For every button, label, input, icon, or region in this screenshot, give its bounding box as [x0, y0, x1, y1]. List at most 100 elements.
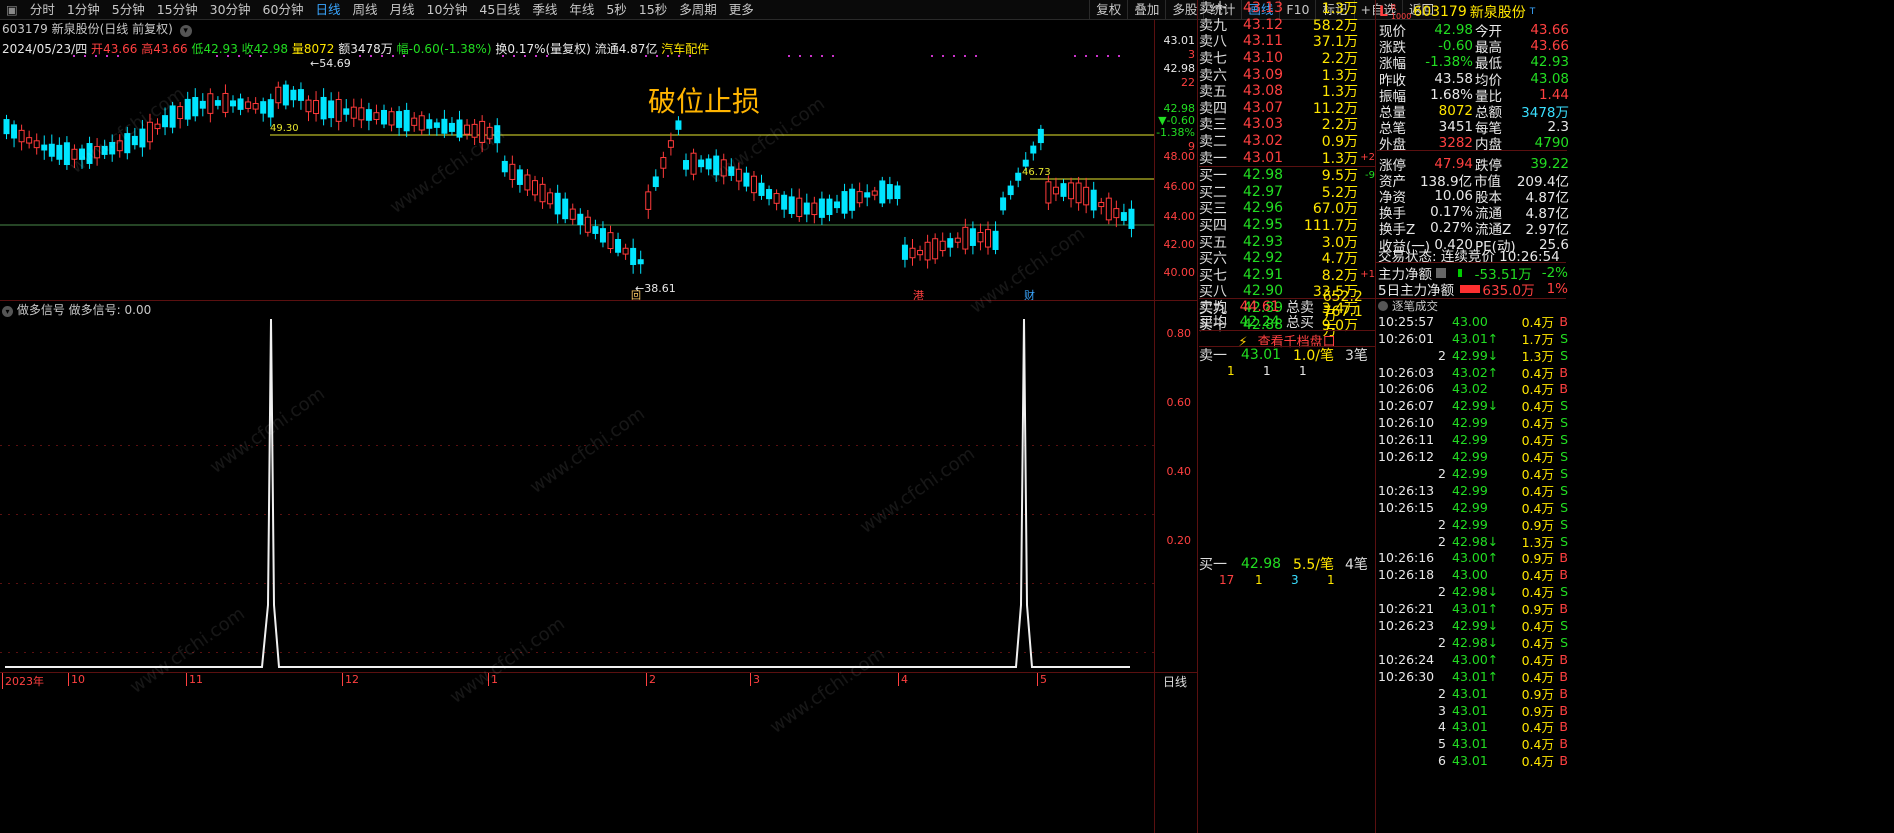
indicator-gridline	[1048, 445, 1050, 446]
quote-name: 新泉股份	[1469, 5, 1526, 21]
indicator-gridline	[544, 445, 546, 446]
indicator-gridline	[496, 652, 498, 653]
period-tab[interactable]: 分时	[24, 0, 61, 20]
period-tab[interactable]: 5分钟	[106, 0, 151, 20]
period-tab[interactable]: 周线	[346, 0, 383, 20]
candle-body	[1105, 197, 1112, 221]
period-tab[interactable]: 季线	[526, 0, 563, 20]
candle-body	[909, 247, 916, 259]
indicator-gridline	[896, 652, 898, 653]
indicator-gridline	[208, 445, 210, 446]
tick-row: 4 43.01 0.4万 B	[1378, 719, 1568, 735]
ask1-per: 1.0/笔	[1293, 348, 1334, 364]
indicator-gridline	[160, 445, 162, 446]
period-tab[interactable]: 1分钟	[61, 0, 106, 20]
indicator-gridline	[888, 445, 890, 446]
indicator-gridline	[1144, 445, 1146, 446]
indicator-gridline	[1120, 514, 1122, 515]
period-tag[interactable]: 日线	[1163, 673, 1187, 690]
chevron-down-icon[interactable]: ▾	[179, 25, 192, 37]
indicator-gridline	[16, 652, 18, 653]
indicator-gridline	[264, 583, 266, 584]
indicator-gridline	[368, 514, 370, 515]
indicator-gridline	[288, 514, 290, 515]
candle-body	[924, 241, 931, 261]
indicator-gridline	[584, 514, 586, 515]
tick-list[interactable]: 10:25:57 43.00 0.4万 B 10:26:01 43.01↑ 1.7万 S 2 42…	[1378, 313, 1568, 833]
indicator-gridline	[1024, 652, 1026, 653]
period-tab[interactable]: 45日线	[473, 0, 526, 20]
tick-time: 10:26:06	[1378, 381, 1435, 397]
indicator-gridline	[784, 445, 786, 446]
indicator-gridline	[984, 583, 986, 584]
indicator-gridline	[56, 583, 58, 584]
indicator-gridline	[320, 583, 322, 584]
period-tab[interactable]: 30分钟	[204, 0, 257, 20]
indicator-gridline	[600, 583, 602, 584]
indicator-gridline	[48, 583, 50, 584]
indicator-gridline	[696, 445, 698, 446]
price-axis-label: 43.01	[1163, 34, 1196, 47]
ask-price: 43.07	[1243, 99, 1284, 116]
tick-price: 43.00↑	[1452, 550, 1499, 566]
period-tab[interactable]: 15分钟	[151, 0, 204, 20]
hk-marker[interactable]: 港	[913, 289, 924, 300]
price-axis-label: 48.00	[1163, 150, 1196, 163]
period-tab[interactable]: 多周期	[673, 0, 723, 20]
indicator-gridline	[784, 652, 786, 653]
period-tab[interactable]: 60分钟	[257, 0, 310, 20]
indicator-gridline	[584, 445, 586, 446]
fin-marker[interactable]: 财	[1024, 288, 1035, 300]
indicator-gridline	[64, 652, 66, 653]
flow-info-icon[interactable]	[1436, 267, 1446, 278]
period-tab[interactable]: 15秒	[633, 0, 673, 20]
depth-link[interactable]: ⚡ 查看千档盘口	[1199, 331, 1375, 350]
candle-body	[781, 194, 788, 210]
candle-body	[154, 123, 161, 130]
indicator-gridline	[832, 652, 834, 653]
event-marker[interactable]: 回	[631, 290, 641, 300]
bid-delta: -9	[1365, 169, 1375, 181]
date-axis-label: 10	[68, 673, 85, 686]
candle-body	[358, 107, 365, 121]
indicator-gridline	[1104, 583, 1106, 584]
indicator-gridline	[416, 652, 418, 653]
indicator-gridline	[944, 583, 946, 584]
ticks-toggle-icon[interactable]	[1378, 301, 1388, 311]
period-tab[interactable]: 日线	[309, 0, 346, 20]
signal-dot	[513, 55, 515, 57]
tick-side: S	[1560, 634, 1568, 650]
indicator-gridline	[1064, 652, 1066, 653]
indicator-gridline	[448, 514, 450, 515]
indicator-gridline	[360, 652, 362, 653]
indicator-gridline	[784, 514, 786, 515]
period-tab[interactable]: 10分钟	[421, 0, 474, 20]
candlestick-chart[interactable]: ←54.69 ←38.61 49.30 46.73 回 港 财	[0, 55, 1154, 300]
indicator-gridline	[1000, 583, 1002, 584]
indicator-gridline	[64, 583, 66, 584]
toolbar-button[interactable]: 复权	[1089, 0, 1127, 20]
candle-body	[56, 144, 63, 160]
candle-body	[426, 119, 433, 129]
period-tab[interactable]: 月线	[383, 0, 420, 20]
candle-body	[932, 238, 939, 260]
ask-row[interactable]: 卖一 43.01 1.3万 +2	[1199, 149, 1375, 167]
quote-value: 43.08	[1530, 70, 1569, 87]
period-tab[interactable]: 5秒	[600, 0, 632, 20]
indicator-gridline	[112, 652, 114, 653]
indicator-gridline	[216, 652, 218, 653]
toolbar-button[interactable]: 叠加	[1127, 0, 1165, 20]
period-tab[interactable]: 年线	[563, 0, 600, 20]
sector-tag[interactable]: 汽车配件	[661, 42, 709, 56]
indicator-gridline	[712, 583, 714, 584]
indicator-gridline	[160, 583, 162, 584]
period-tab[interactable]: 更多	[723, 0, 760, 20]
indicator-gridline	[776, 514, 778, 515]
tick-side: B	[1559, 567, 1568, 583]
toolbar-menu-icon[interactable]: ▣	[0, 0, 24, 20]
candle-body	[501, 160, 508, 173]
candle-body	[169, 105, 176, 128]
signal-dot	[403, 55, 405, 57]
indicator-chart[interactable]	[0, 305, 1154, 672]
indicator-gridline	[1016, 514, 1018, 515]
